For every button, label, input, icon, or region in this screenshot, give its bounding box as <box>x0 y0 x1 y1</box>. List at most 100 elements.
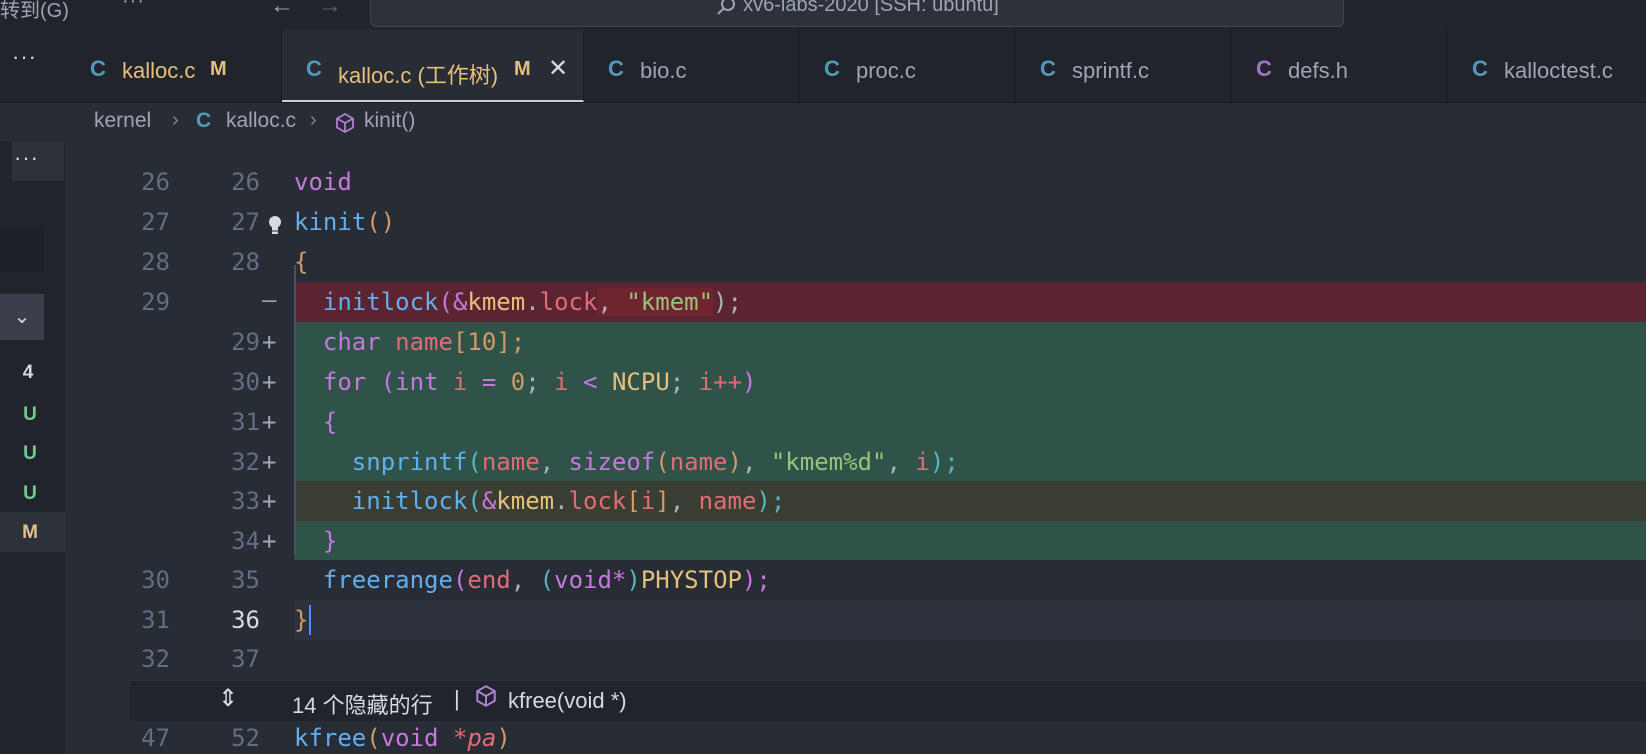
punct: , <box>597 288 627 316</box>
paren: ) <box>496 724 511 752</box>
function-name: initlock <box>322 288 439 316</box>
panel-input-box[interactable] <box>0 228 44 272</box>
text-cursor <box>309 605 311 635</box>
untracked-status[interactable]: U <box>8 404 52 426</box>
tab-sprintf-c[interactable]: C sprintf.c <box>1016 30 1232 102</box>
punct: . <box>554 487 569 515</box>
code-line: freerange(end, (void*)PHYSTOP); <box>294 566 771 594</box>
c-file-icon: C <box>1472 56 1488 81</box>
modified-badge: M <box>210 58 227 80</box>
code-line: } <box>294 606 308 634</box>
code-line: snprintf(name, sizeof(name), "kmem%d", i… <box>294 448 959 476</box>
tab-label: kalloc.c (工作树) <box>338 63 499 88</box>
modified-line-number: 28 <box>231 248 260 276</box>
tab-kalloc-c-worktree[interactable]: C kalloc.c (工作树) M ✕ <box>282 30 584 102</box>
modified-line-number: 31 <box>231 408 260 436</box>
variable: i++ <box>698 368 743 396</box>
original-line-number: 32 <box>141 645 170 673</box>
c-file-icon: C <box>608 56 624 81</box>
close-icon[interactable]: ✕ <box>548 54 568 83</box>
lightbulb-icon[interactable] <box>266 214 284 238</box>
code-line: { <box>294 408 337 436</box>
function-name: kfree <box>294 724 367 752</box>
workspace-title: xv6-labs-2020 [SSH: ubuntu] <box>743 0 999 16</box>
variable: i <box>554 368 569 396</box>
method-cube-icon <box>336 113 354 133</box>
keyword: for <box>322 368 367 396</box>
function-name: snprintf <box>351 448 468 476</box>
more-menu-icon[interactable]: ··· <box>122 0 145 13</box>
variable: kmem <box>496 487 555 515</box>
brace: { <box>322 408 338 436</box>
c-file-icon: C <box>90 56 106 81</box>
variable: name <box>669 448 728 476</box>
variable: i <box>452 368 468 396</box>
variable: name <box>698 487 757 515</box>
modified-line-number: 27 <box>231 208 260 236</box>
constant: PHYSTOP <box>640 566 742 594</box>
operator: < <box>568 368 612 396</box>
tab-kalloc-c[interactable]: C kalloc.c M <box>66 30 282 102</box>
punct: ; <box>525 368 555 396</box>
paren: ) <box>742 368 757 396</box>
function-name: kinit <box>294 208 367 236</box>
paren: ( <box>467 448 482 476</box>
added-line-marker: + <box>262 448 277 476</box>
command-center-label[interactable]: xv6-labs-2020 [SSH: ubuntu] <box>370 0 1344 17</box>
variable: i <box>915 448 930 476</box>
code-line: kfree(void *pa) <box>294 724 511 752</box>
brace: } <box>294 606 309 634</box>
c-header-icon: C <box>1256 56 1272 81</box>
tab-label: kalloc.c <box>122 58 196 83</box>
parameter: *pa <box>452 724 497 752</box>
tab-defs-h[interactable]: C defs.h <box>1232 30 1448 102</box>
paren: ( <box>438 288 453 316</box>
tab-kalloctest-c[interactable]: C kalloctest.c <box>1448 30 1646 102</box>
modified-status[interactable]: M <box>8 522 52 544</box>
string: "kmem" <box>626 288 714 316</box>
field: lock <box>568 487 627 515</box>
keyword: void <box>294 168 352 196</box>
code-line: { <box>294 248 308 276</box>
deleted-line-marker: — <box>262 286 277 314</box>
c-file-icon: C <box>824 56 840 81</box>
brace: } <box>322 527 338 555</box>
more-icon: ··· <box>14 145 39 170</box>
code-line: initlock(&kmem.lock, "kmem"); <box>294 288 742 316</box>
tabs-more-icon[interactable]: ··· <box>12 44 37 70</box>
punct: , <box>539 448 569 476</box>
untracked-status[interactable]: U <box>8 443 52 465</box>
panel-more-button[interactable]: ··· <box>12 141 64 181</box>
untracked-status[interactable]: U <box>8 483 52 505</box>
tab-bio-c[interactable]: C bio.c <box>584 30 800 102</box>
punct: , <box>510 566 540 594</box>
operator: & <box>481 487 497 515</box>
breadcrumb-file[interactable]: kalloc.c <box>226 109 296 133</box>
code-line: for (int i = 0; i < NCPU; i++) <box>294 368 757 396</box>
paren: ( <box>467 487 482 515</box>
added-line-marker: + <box>262 527 277 555</box>
back-arrow-icon[interactable]: ← <box>270 0 294 20</box>
tab-proc-c[interactable]: C proc.c <box>800 30 1016 102</box>
unfold-icon[interactable]: ⇕ <box>218 684 238 713</box>
operator: = <box>467 368 511 396</box>
method-cube-icon <box>476 685 496 707</box>
keyword: void* <box>554 566 627 594</box>
added-lines-highlight <box>294 322 1646 560</box>
hidden-function-label[interactable]: kfree(void *) <box>508 688 627 714</box>
keyword: int <box>395 368 439 396</box>
added-line-marker: + <box>262 328 277 356</box>
chevron-down-icon[interactable]: ⌄ <box>0 294 44 340</box>
goto-menu[interactable]: 转到(G) <box>0 0 69 23</box>
forward-arrow-icon[interactable]: → <box>318 0 342 20</box>
code-line: void <box>294 168 352 196</box>
breadcrumb-folder[interactable]: kernel <box>94 109 151 133</box>
hidden-lines-label[interactable]: 14 个隐藏的行 <box>292 688 433 720</box>
breadcrumb-symbol[interactable]: kinit() <box>364 109 415 133</box>
function-name: initlock <box>351 487 468 515</box>
tab-label: defs.h <box>1288 58 1348 83</box>
current-line-highlight <box>294 600 1646 640</box>
original-line-number: 28 <box>141 248 170 276</box>
tab-label: sprintf.c <box>1072 58 1150 83</box>
